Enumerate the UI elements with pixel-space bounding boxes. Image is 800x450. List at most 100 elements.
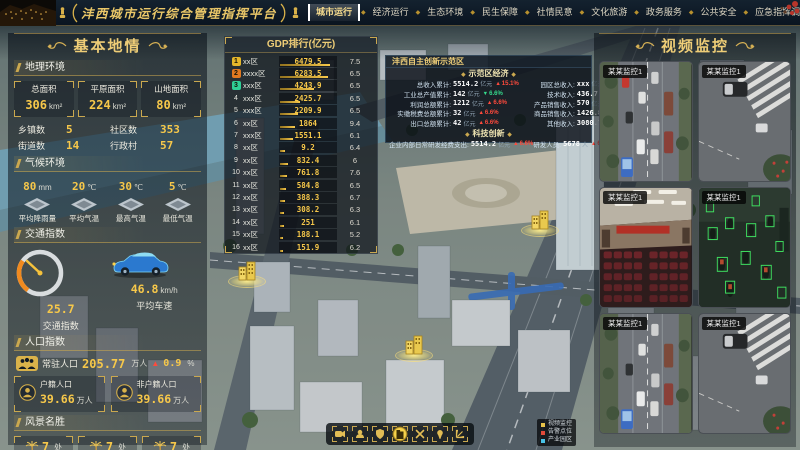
section-climate: 气候环境 — [14, 156, 201, 172]
stat-max-temp: 30℃ 最高气温 — [108, 177, 155, 224]
main-nav: 城市运行 ◆ 经济运行 ◆ 生态环境 ◆ 民生保障 ◆ 社情民意 ◆ 文化旅游 … — [308, 4, 800, 21]
video-panel-header: 视频监控 — [599, 33, 791, 57]
up-arrow-icon: ▲ — [495, 81, 500, 87]
title-bracket-right — [280, 3, 288, 23]
tab-culture-tourism[interactable]: 文化旅游 — [585, 4, 633, 21]
palm-tree-icon — [25, 440, 39, 450]
video-feed-conference[interactable]: 某某监控1 — [599, 187, 693, 308]
gdp-row: 5xxx区2209.96.5 — [229, 105, 373, 117]
stat-4a-scenic: 7处 4A级景区 — [14, 436, 73, 450]
video-feed-label: 某某监控1 — [702, 317, 746, 330]
gdp-row: 6xx区18649.4 — [229, 117, 373, 129]
diamond-platform-icon — [165, 198, 191, 211]
resident-population-row: 常驻人口 205.77 万人 ▲ 0.9 % — [14, 356, 201, 371]
legend-chip-cyan — [541, 439, 545, 443]
tab-ecology[interactable]: 生态环境 — [421, 4, 469, 21]
traffic-gauge: 25.7 交通指数 — [14, 247, 108, 332]
innovation-zone-panel: 沣西自主创新示范区 ◆示范区经济◆ 总收入累计:5514.2亿元▲15.1% 工… — [385, 55, 592, 143]
map-marker-building-2[interactable] — [394, 332, 434, 362]
section-geo-environment: 地理环境 — [14, 60, 201, 76]
section-scenic-spots: 风景名胜 — [14, 415, 201, 431]
up-arrow-icon: ▲ — [513, 141, 518, 147]
building-tool-button[interactable] — [392, 426, 408, 442]
video-feed-label: 某某监控1 — [603, 317, 647, 330]
measure-tool-button[interactable] — [452, 426, 468, 442]
map-marker-building-3[interactable] — [520, 207, 560, 237]
gdp-row: 13xx区308.26.3 — [229, 204, 373, 216]
video-camera-tool-button[interactable] — [332, 426, 348, 442]
title-bracket-left — [70, 3, 78, 23]
section-traffic-index: 交通指数 — [14, 227, 201, 243]
gdp-row: 4xxx区2425.76.5 — [229, 92, 373, 104]
stat-rainfall: 80mm 平均降雨量 — [14, 177, 61, 224]
tab-gov-service[interactable]: 政务服务 — [640, 4, 688, 21]
tab-economy[interactable]: 经济运行 — [367, 4, 415, 21]
gdp-row: 12xx区388.36.7 — [229, 191, 373, 203]
count-row-2: 街道数14 行政村57 — [14, 137, 201, 153]
zone-economy-subtitle: ◆示范区经济◆ — [386, 68, 591, 79]
diamond-separator-icon: ◆ — [689, 9, 694, 16]
person-icon — [19, 384, 36, 401]
tech-innovation-subtitle: ◆科技创新◆ — [386, 128, 591, 139]
gdp-row: 14xx区2516.1 — [229, 216, 373, 228]
scroll-ornament-left-icon — [47, 41, 67, 51]
palm-tree-icon — [153, 440, 167, 450]
up-arrow-icon: ▲ — [478, 110, 483, 116]
population-groups: 户籍人口 39.66万人 非户籍人口 39.66万人 — [14, 376, 201, 412]
stat-min-temp: 5℃ 最低气温 — [154, 177, 201, 224]
statue-ornament-icon — [58, 6, 67, 20]
map-legend: 视频监控 告警点位 产业园区 — [537, 419, 576, 446]
gdp-row: 9xx区832.46 — [229, 154, 373, 166]
video-feed-label: 某某监控1 — [603, 65, 647, 78]
gauge-icon — [14, 247, 66, 299]
pedestrian-detection-scene — [699, 188, 791, 307]
video-feed-intersection-2[interactable]: 某某监控1 — [698, 313, 792, 434]
population-group-icon — [16, 356, 38, 371]
map-pin-icon — [435, 429, 445, 439]
gdp-ranking-panel: GDP排行(亿元) 1xx区6479.57.5 2xxxx区6283.56.5 … — [224, 36, 378, 254]
gdp-row: 8xx区9.26.4 — [229, 142, 373, 154]
video-feed-intersection[interactable]: 某某监控1 — [698, 61, 792, 182]
map-toolbar — [326, 423, 474, 445]
dashboard: 沣西城市运行综合管理指挥平台 城市运行 ◆ 经济运行 ◆ 生态环境 ◆ 民生保障… — [0, 0, 800, 450]
person-icon — [116, 384, 133, 401]
intersection-crossing-scene — [699, 62, 791, 181]
diamond-platform-icon — [71, 198, 97, 211]
legend-chip-red — [541, 431, 545, 435]
diamond-separator-icon: ◆ — [361, 9, 366, 16]
user-tool-button[interactable] — [352, 426, 368, 442]
video-feed-label: 某某监控1 — [603, 191, 647, 204]
up-arrow-icon: ▲ — [478, 120, 483, 126]
tab-city-operation[interactable]: 城市运行 — [308, 4, 360, 21]
tab-public-safety[interactable]: 公共安全 — [695, 4, 743, 21]
stat-2a-scenic: 7处 2A级景区 — [142, 436, 201, 450]
area-stats: 总面积 306km² 平原面积 224km² 山地面积 80km² — [14, 81, 201, 117]
diamond-platform-icon — [118, 198, 144, 211]
flower-decoration — [774, 0, 800, 18]
video-feed-street-2[interactable]: 某某监控1 — [599, 313, 693, 434]
measure-ruler-icon — [455, 429, 465, 439]
badge-tool-button[interactable] — [372, 426, 388, 442]
tab-livelihood[interactable]: 民生保障 — [476, 4, 524, 21]
tools-cross-button[interactable] — [412, 426, 428, 442]
stat-nonregistered-population: 非户籍人口 39.66万人 — [111, 376, 202, 412]
street-traffic-scene — [600, 62, 692, 181]
tab-public-opinion[interactable]: 社情民意 — [531, 4, 579, 21]
stat-row: 总收入累计:5514.2亿元▲15.1% — [389, 79, 519, 89]
intersection-crossing-scene — [699, 314, 791, 433]
gdp-row: 11xx区584.86.5 — [229, 179, 373, 191]
diamond-separator-icon: ◆ — [634, 9, 639, 16]
scenic-stats: 7处 4A级景区 7处 3A级景区 7处 2A级景区 — [14, 436, 201, 450]
avg-speed: 46.8km/h 平均车速 — [108, 247, 202, 332]
map-marker-building-1[interactable] — [227, 258, 267, 288]
innovation-zone-title: 沣西自主创新示范区 — [386, 56, 591, 68]
video-feed-pedestrian-ai[interactable]: 某某监控1 — [698, 187, 792, 308]
gdp-row: 7xxx区1551.16.1 — [229, 129, 373, 141]
map-pin-tool-button[interactable] — [432, 426, 448, 442]
diamond-separator-icon: ◆ — [416, 9, 421, 16]
basic-info-panel: 基本地情 地理环境 总面积 306km² 平原面积 224km² 山地面积 80… — [8, 33, 207, 445]
gdp-row: 2xxxx区6283.56.5 — [229, 67, 373, 79]
gdp-panel-title: GDP排行(亿元) — [225, 37, 377, 53]
up-arrow-icon: ▲ — [151, 359, 159, 368]
video-feed-street[interactable]: 某某监控1 — [599, 61, 693, 182]
